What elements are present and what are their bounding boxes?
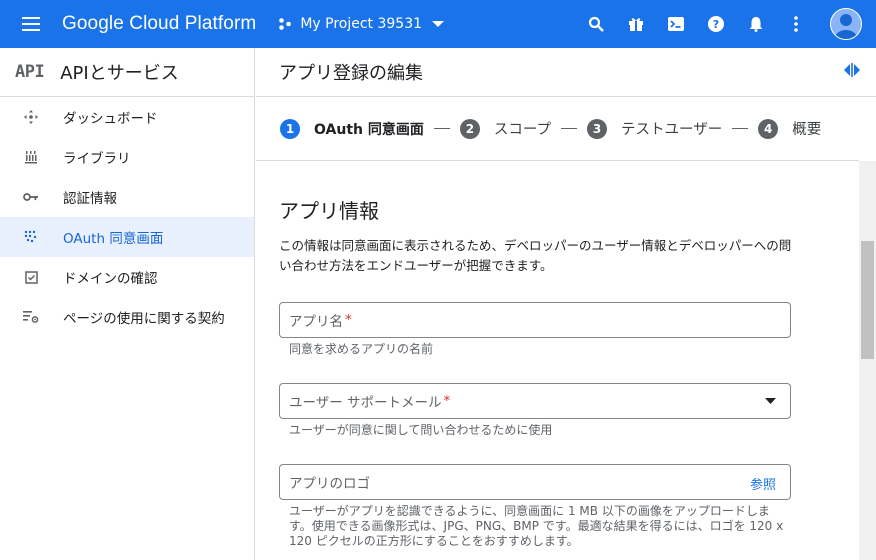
sidebar-item-page-usage-agreements[interactable]: ページの使用に関する契約 [0,297,254,337]
form-content: アプリ情報 この情報は同意画面に表示されるため、デベロッパーのユーザー情報とデベ… [256,161,859,560]
support-email-select[interactable]: ユーザー サポートメール * [279,383,791,419]
step-number: 2 [459,118,480,139]
settings-list-icon [22,308,40,326]
support-email-hint: ユーザーが同意に関して問い合わせるために使用 [289,423,553,437]
step-summary[interactable]: 4 概要 [758,118,821,139]
sidebar-item-label: 認証情報 [63,191,117,207]
step-label: スコープ [493,122,552,138]
search-icon [588,16,604,32]
sidebar: API APIとサービス ダッシュボード ライブラリ 認証情報 OAuth 同意… [0,48,255,560]
sidebar-item-credentials[interactable]: 認証情報 [0,177,254,217]
sidebar-item-dashboard[interactable]: ダッシュボード [0,97,254,137]
sidebar-item-label: ページの使用に関する契約 [63,311,225,327]
chevron-down-icon [432,21,445,27]
menu-button[interactable] [0,0,62,48]
stepper: 1 OAuth 同意画面 2 スコープ 3 テストユーザー 4 概要 [256,97,859,161]
required-marker: * [443,393,451,409]
step-number: 4 [758,118,779,139]
sidebar-item-label: ライブラリ [63,151,131,167]
menu-icon [22,17,40,31]
notifications-button[interactable] [736,0,776,48]
search-button[interactable] [576,0,616,48]
more-button[interactable] [776,0,816,48]
sidebar-item-label: ダッシュボード [63,111,158,127]
more-vert-icon [794,16,798,32]
project-icon [279,18,292,30]
main-content: アプリ登録の編集 1 OAuth 同意画面 2 スコープ 3 テストユーザー 4… [256,48,876,560]
step-test-users[interactable]: 3 テストユーザー [587,118,722,139]
step-divider [561,128,578,129]
step-divider [433,128,450,129]
gift-button[interactable] [616,0,656,48]
checkbox-icon [22,268,40,286]
scrollbar[interactable] [859,161,876,560]
scrollbar-thumb[interactable] [861,241,874,359]
api-logo: API [15,62,45,82]
step-divider [732,128,749,129]
brand-title[interactable]: Google Cloud Platform [62,13,256,35]
sidebar-item-domain-verification[interactable]: ドメインの確認 [0,257,254,297]
collapse-panel-button[interactable] [842,62,862,81]
account-icon [831,9,861,39]
step-number: 3 [587,118,608,139]
sidebar-header: API APIとサービス [0,48,254,97]
browse-button[interactable]: 参照 [750,474,776,493]
main-header: アプリ登録の編集 [256,48,876,97]
gift-icon [629,18,643,31]
section-title: アプリ情報 [279,199,379,223]
sidebar-item-oauth-consent[interactable]: OAuth 同意画面 [0,217,254,257]
svg-text:?: ? [713,18,719,31]
step-scopes[interactable]: 2 スコープ [459,118,552,139]
notifications-icon [749,17,763,32]
sidebar-title: APIとサービス [60,63,179,84]
app-logo-label: アプリのロゴ [289,476,370,492]
collapse-arrows-icon [844,63,860,77]
step-label: 概要 [792,122,822,138]
top-app-bar: Google Cloud Platform My Project 39531 ? [0,0,876,48]
step-number: 1 [280,118,300,139]
app-logo-hint: ユーザーがアプリを認識できるように、同意画面に 1 MB 以下の画像をアップロー… [289,504,784,548]
project-name: My Project 39531 [300,16,423,32]
app-name-label: アプリ名 [289,314,343,330]
app-name-hint: 同意を求めるアプリの名前 [289,342,434,356]
help-button[interactable]: ? [696,0,736,48]
oauth-icon [22,228,40,246]
sidebar-item-label: OAuth 同意画面 [63,231,164,247]
app-name-input[interactable]: アプリ名 * [279,302,791,338]
avatar[interactable] [830,8,862,40]
dashboard-icon [22,108,40,126]
required-marker: * [345,312,352,328]
sidebar-item-library[interactable]: ライブラリ [0,137,254,177]
cloud-shell-icon [668,17,684,31]
sidebar-item-label: ドメインの確認 [63,271,158,287]
page-title: アプリ登録の編集 [279,63,423,84]
step-label: テストユーザー [621,122,723,138]
support-email-label: ユーザー サポートメール [289,395,442,411]
help-icon: ? [708,16,724,32]
section-description: この情報は同意画面に表示されるため、デベロッパーのユーザー情報とデベロッパーへの… [279,238,792,273]
app-logo-input[interactable]: アプリのロゴ 参照 [279,464,791,500]
step-oauth-consent[interactable]: 1 OAuth 同意画面 [280,118,424,139]
step-label: OAuth 同意画面 [314,121,424,138]
dropdown-arrow-icon [765,398,776,404]
project-selector[interactable]: My Project 39531 [278,16,445,32]
library-icon [22,148,40,166]
key-icon [22,188,40,206]
cloud-shell-button[interactable] [656,0,696,48]
